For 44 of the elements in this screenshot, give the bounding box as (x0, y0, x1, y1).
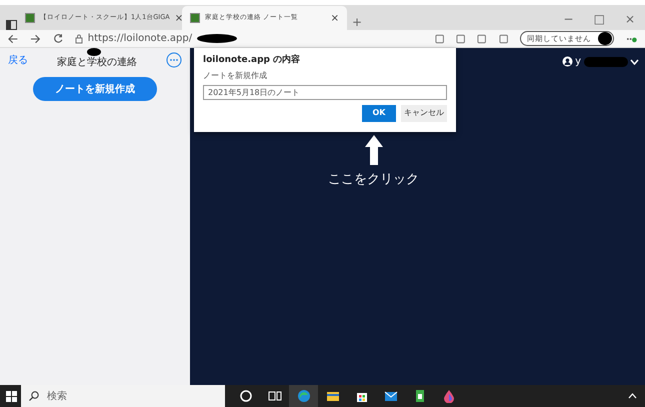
address-field[interactable]: https://loilonote.app/ (88, 31, 192, 46)
window-control-button[interactable]: × (624, 13, 635, 25)
tab-close-button[interactable]: × (174, 10, 184, 26)
forward-icon[interactable] (30, 34, 41, 44)
ok-button[interactable]: OK (362, 104, 396, 122)
up-arrow-icon (364, 135, 382, 165)
folder-icon[interactable] (326, 389, 340, 403)
chevron-up-icon[interactable] (628, 393, 637, 399)
back-link[interactable]: 戻る (8, 52, 28, 68)
new-tab-button[interactable]: + (352, 16, 362, 28)
redaction-mark (584, 56, 628, 66)
edge-browser-icon[interactable] (296, 389, 310, 403)
mail-icon[interactable] (384, 389, 398, 403)
dialog-label: ノートを新規作成 (203, 70, 268, 82)
hint-text: ここをクリック (328, 171, 419, 189)
more-icon[interactable] (626, 34, 638, 42)
refresh-icon[interactable] (52, 33, 63, 44)
redaction-mark (87, 48, 101, 56)
tab-actions-icon[interactable] (6, 20, 17, 30)
dialog-title: loilonote.app の内容 (203, 54, 302, 67)
redaction-mark (197, 34, 238, 43)
task-view-icon[interactable] (268, 389, 282, 403)
paint-icon[interactable] (442, 389, 456, 403)
cortana-icon[interactable] (238, 389, 252, 403)
windows-start-icon[interactable] (6, 390, 17, 402)
more-icon[interactable] (166, 52, 182, 68)
window-control-button[interactable]: − (564, 13, 574, 25)
back-icon[interactable] (8, 34, 18, 44)
sidebar-title: 家庭と学校の連絡 (57, 56, 137, 70)
input-field[interactable]: 2021年5月18日のノート (203, 84, 447, 100)
chevron-down-icon[interactable] (630, 58, 639, 64)
favicon-icon (190, 13, 200, 23)
window-control-button[interactable]: □ (594, 13, 605, 25)
new-note-button[interactable]: ノートを新規作成 (33, 77, 157, 101)
favicon-icon (25, 13, 35, 23)
redaction-mark (598, 32, 612, 45)
tab-close-button[interactable]: × (330, 10, 339, 26)
search-placeholder: 検索 (47, 390, 67, 404)
lock-icon (74, 34, 83, 44)
search-icon (29, 391, 39, 401)
user-icon[interactable] (562, 56, 573, 67)
user-name: y (575, 55, 581, 69)
taskbar-search-field[interactable]: 検索 (21, 385, 225, 407)
cancel-button[interactable]: キャンセル (401, 104, 447, 122)
